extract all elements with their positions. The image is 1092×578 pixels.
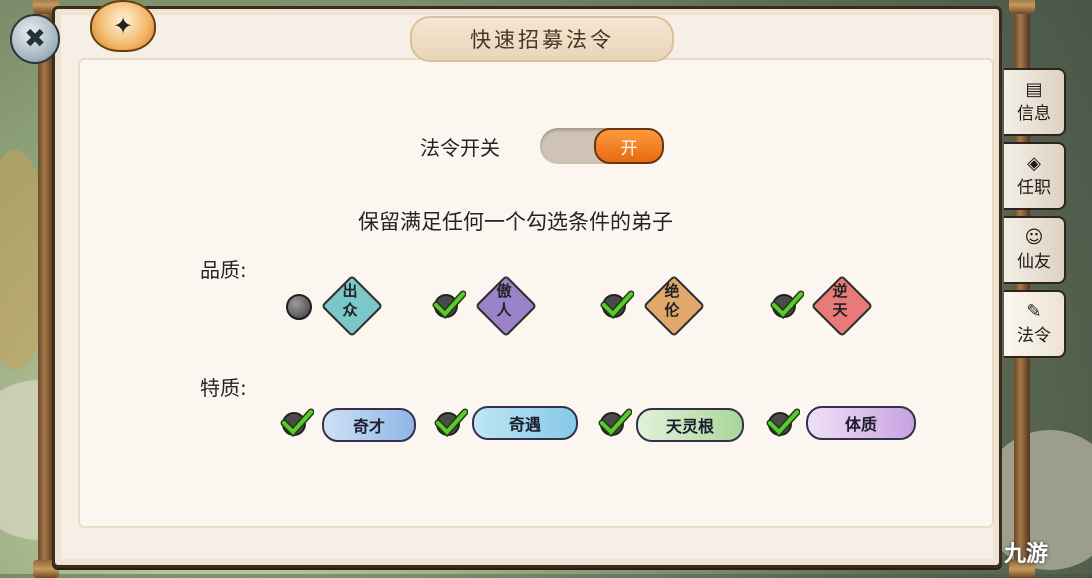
- toggle-label: 法令开关: [420, 136, 500, 160]
- side-tab-decree[interactable]: ✎ 法令: [1004, 290, 1066, 358]
- trait-checkbox-0[interactable]: [280, 408, 314, 438]
- side-tab-label: 任职: [1017, 177, 1051, 198]
- info-icon: ▤: [1025, 78, 1043, 100]
- page-title-text: 快速招募法令: [470, 28, 614, 52]
- page-title: 快速招募法令: [410, 16, 674, 62]
- character-badge: ✦: [90, 0, 156, 52]
- side-tab-friend[interactable]: ☺ 仙友: [1004, 216, 1066, 284]
- quality-checkbox-0[interactable]: [286, 294, 312, 320]
- character-icon: ✦: [112, 12, 134, 40]
- watermark-text: 九游: [1004, 542, 1049, 567]
- side-tab-label: 法令: [1017, 325, 1051, 346]
- toggle-knob[interactable]: 开: [594, 128, 664, 164]
- quality-badge-2[interactable]: 绝伦: [642, 274, 706, 338]
- quality-badge-1[interactable]: 傲人: [474, 274, 538, 338]
- quality-checkbox-1[interactable]: [432, 290, 466, 320]
- trait-tag-text: 体质: [844, 415, 877, 434]
- quality-badge-text: 逆天: [832, 282, 848, 319]
- quality-label: 品质:: [200, 258, 247, 282]
- quality-checkbox-3[interactable]: [770, 290, 804, 320]
- watermark-logo: 九游: [1004, 536, 1048, 568]
- trait-tag-1[interactable]: 奇遇: [472, 406, 578, 440]
- quality-badge-3[interactable]: 逆天: [810, 274, 874, 338]
- trait-tag-3[interactable]: 体质: [806, 406, 916, 440]
- instruction-text: 保留满足任何一个勾选条件的弟子: [358, 210, 673, 234]
- trait-tag-0[interactable]: 奇才: [322, 408, 416, 442]
- traits-label: 特质:: [200, 376, 247, 400]
- trait-tag-2[interactable]: 天灵根: [636, 408, 744, 442]
- trait-tag-text: 天灵根: [665, 417, 714, 436]
- trait-checkbox-2[interactable]: [598, 408, 632, 438]
- post-icon: ◈: [1027, 152, 1041, 174]
- trait-checkbox-3[interactable]: [766, 408, 800, 438]
- friend-icon: ☺: [1024, 226, 1044, 248]
- decree-toggle[interactable]: 开: [540, 128, 664, 164]
- back-icon: ✖: [24, 24, 46, 54]
- quality-badge-text: 绝伦: [664, 282, 680, 319]
- side-tab-info[interactable]: ▤ 信息: [1004, 68, 1066, 136]
- quality-checkbox-2[interactable]: [600, 290, 634, 320]
- side-tab-label: 仙友: [1017, 251, 1051, 272]
- decree-icon: ✎: [1026, 300, 1042, 322]
- side-tab-label: 信息: [1017, 103, 1051, 124]
- quality-badge-text: 傲人: [496, 282, 512, 319]
- trait-checkbox-1[interactable]: [434, 408, 468, 438]
- trait-tag-text: 奇遇: [508, 415, 541, 434]
- back-button[interactable]: ✖: [10, 14, 60, 64]
- quality-badge-0[interactable]: 出众: [320, 274, 384, 338]
- side-tab-post[interactable]: ◈ 任职: [1004, 142, 1066, 210]
- toggle-state-text: 开: [620, 138, 638, 159]
- quality-badge-text: 出众: [342, 282, 358, 319]
- trait-tag-text: 奇才: [352, 417, 385, 436]
